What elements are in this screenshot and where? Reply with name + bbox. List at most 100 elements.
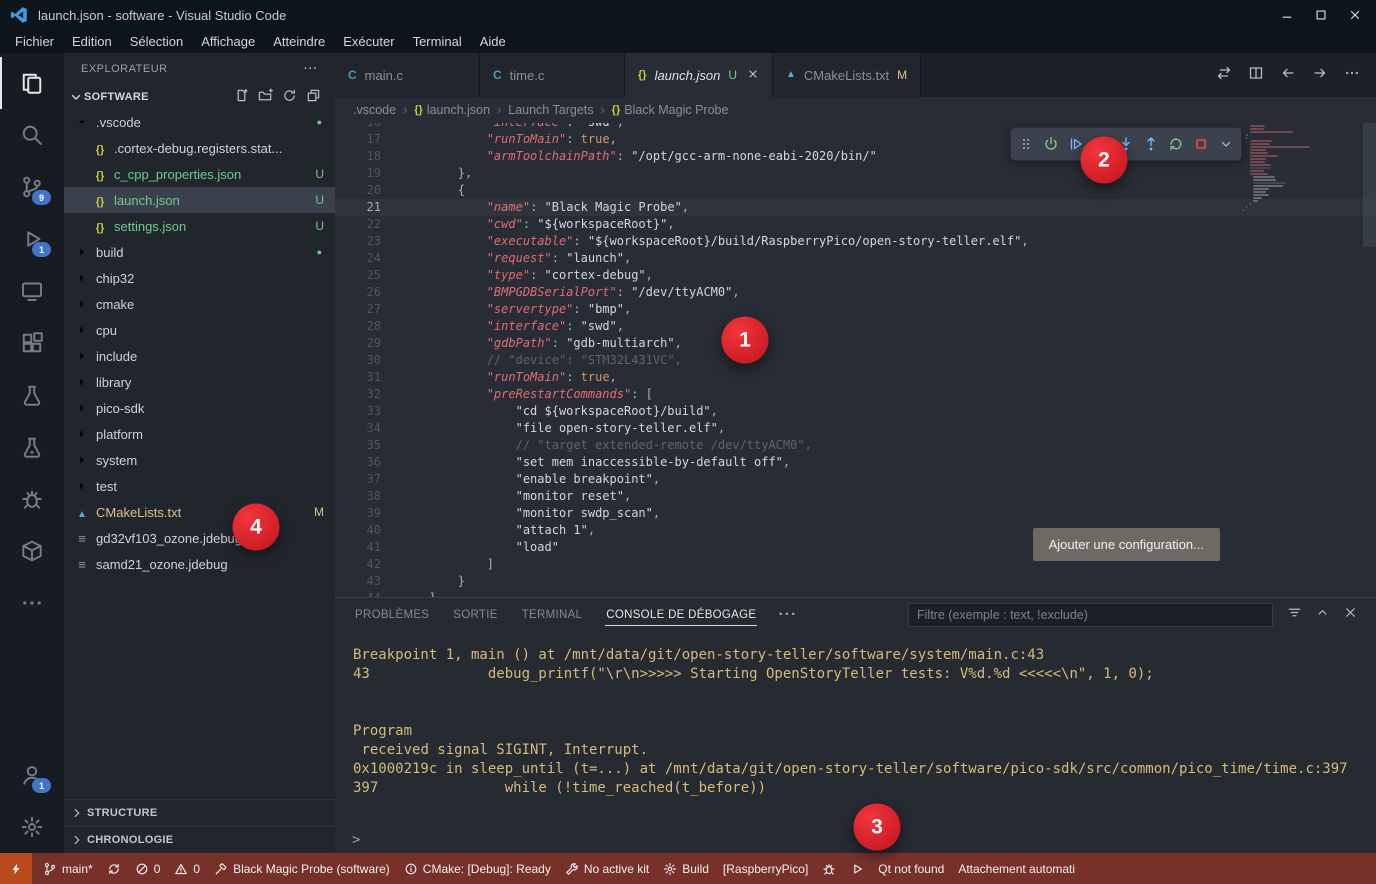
- tab-CMakeLists.txt[interactable]: ▲CMakeLists.txtM: [773, 53, 921, 97]
- breadcrumb-item[interactable]: .vscode: [353, 103, 396, 117]
- filter-button[interactable]: [1287, 605, 1302, 625]
- menu-slection[interactable]: Sélection: [121, 34, 192, 49]
- status-remote-indicator[interactable]: [0, 853, 32, 884]
- tree-item-pico-sdk[interactable]: pico-sdk: [64, 395, 335, 421]
- tree-item-system[interactable]: system: [64, 447, 335, 473]
- tab-main.c[interactable]: Cmain.c: [335, 53, 480, 97]
- step-out-button[interactable]: [1143, 136, 1159, 152]
- tree-item-cmake[interactable]: cmake: [64, 291, 335, 317]
- minimap[interactable]: [1240, 125, 1360, 212]
- tab-time.c[interactable]: Ctime.c: [480, 53, 625, 97]
- activity-cmake-tools[interactable]: [0, 525, 64, 577]
- debug-options-button[interactable]: [1218, 136, 1234, 152]
- activity-manage[interactable]: [0, 801, 64, 853]
- section-header-software[interactable]: SOFTWARE: [64, 85, 335, 109]
- panel-tab-terminal[interactable]: TERMINAL: [510, 598, 595, 632]
- tree-item-settings.json[interactable]: {}settings.jsonU: [64, 213, 335, 239]
- menu-aide[interactable]: Aide: [471, 34, 515, 49]
- activity-explorer[interactable]: [0, 57, 64, 109]
- close-button[interactable]: [1348, 8, 1362, 22]
- activity-additional-views[interactable]: [0, 577, 64, 629]
- status-cmake-target[interactable]: [RaspberryPico]: [716, 853, 815, 884]
- split-editor-button[interactable]: [1248, 65, 1264, 86]
- close-tab-icon[interactable]: [747, 68, 759, 83]
- filter-input[interactable]: [908, 603, 1273, 627]
- code-editor[interactable]: 16 "interface": "swd",17 "runToMain": tr…: [335, 123, 1376, 597]
- status-git-branch[interactable]: main*: [36, 853, 100, 884]
- tab-launch.json[interactable]: {}launch.jsonU: [625, 53, 773, 97]
- menu-excuter[interactable]: Exécuter: [334, 34, 403, 49]
- section-header-chronologie[interactable]: CHRONOLOGIE: [64, 826, 335, 853]
- breadcrumb-item[interactable]: {}Black Magic Probe: [612, 103, 729, 117]
- status-label: [RaspberryPico]: [723, 862, 808, 876]
- status-cmake-build[interactable]: Build: [656, 853, 716, 884]
- status-auto-attach[interactable]: Attachement automati: [951, 853, 1082, 884]
- status-errors[interactable]: 0: [128, 853, 168, 884]
- panel-tab-sortie[interactable]: SORTIE: [441, 598, 509, 632]
- activity-run-and-debug[interactable]: 1: [0, 213, 64, 265]
- menu-atteindre[interactable]: Atteindre: [264, 34, 334, 49]
- tree-item-library[interactable]: library: [64, 369, 335, 395]
- maximize-panel-button[interactable]: [1315, 605, 1330, 625]
- tree-item-gd32vf103_ozone.jdebug[interactable]: ≡gd32vf103_ozone.jdebug: [64, 525, 335, 551]
- navigate-forward-button[interactable]: [1312, 65, 1328, 86]
- collapse-folders-button[interactable]: [306, 88, 321, 106]
- sidebar-more-icon[interactable]: ···: [304, 63, 318, 75]
- navigate-back-button[interactable]: [1280, 65, 1296, 86]
- tree-item-cpu[interactable]: cpu: [64, 317, 335, 343]
- menu-terminal[interactable]: Terminal: [404, 34, 471, 49]
- tree-item-.cortex-debug.registers.stat...[interactable]: {}.cortex-debug.registers.stat...: [64, 135, 335, 161]
- status-cmake-kit[interactable]: No active kit: [558, 853, 656, 884]
- compare-changes-button[interactable]: [1216, 65, 1232, 86]
- more-actions-button[interactable]: [1344, 65, 1360, 86]
- activity-extensions[interactable]: [0, 317, 64, 369]
- breadcrumb-item[interactable]: {}launch.json: [414, 103, 490, 117]
- tree-item-test[interactable]: test: [64, 473, 335, 499]
- new-file-button[interactable]: [234, 88, 249, 106]
- refresh-explorer-button[interactable]: [282, 88, 297, 106]
- restart-button[interactable]: [1168, 136, 1184, 152]
- status-qt-status[interactable]: Qt not found: [871, 853, 951, 884]
- maximize-button[interactable]: [1314, 8, 1328, 22]
- activity-debug-extension[interactable]: [0, 473, 64, 525]
- activity-remote-explorer[interactable]: [0, 265, 64, 317]
- status-cmake-status[interactable]: CMake: [Debug]: Ready: [397, 853, 558, 884]
- activity-test-explorer[interactable]: [0, 421, 64, 473]
- close-panel-button[interactable]: [1343, 605, 1358, 625]
- reset-target-button[interactable]: [1043, 136, 1059, 152]
- editor-scrollbar[interactable]: [1363, 123, 1376, 247]
- tree-item-c_cpp_properties.json[interactable]: {}c_cpp_properties.jsonU: [64, 161, 335, 187]
- debug-console-prompt[interactable]: >: [352, 832, 360, 848]
- add-configuration-button[interactable]: Ajouter une configuration...: [1033, 528, 1220, 561]
- panel-tab-console-de-débogage[interactable]: CONSOLE DE DÉBOGAGE: [594, 598, 768, 632]
- tree-item-samd21_ozone.jdebug[interactable]: ≡samd21_ozone.jdebug: [64, 551, 335, 577]
- tree-item-include[interactable]: include: [64, 343, 335, 369]
- menu-fichier[interactable]: Fichier: [6, 34, 63, 49]
- drag-handle-button[interactable]: [1018, 136, 1034, 152]
- activity-source-control[interactable]: 9: [0, 161, 64, 213]
- tree-item-chip32[interactable]: chip32: [64, 265, 335, 291]
- minimize-button[interactable]: [1280, 8, 1294, 22]
- tree-item-build[interactable]: build●: [64, 239, 335, 265]
- activity-search[interactable]: [0, 109, 64, 161]
- status-debug-launch-config[interactable]: Black Magic Probe (software): [207, 853, 397, 884]
- activity-accounts[interactable]: 1: [0, 749, 64, 801]
- menu-edition[interactable]: Edition: [63, 34, 121, 49]
- panel-more-icon[interactable]: ···: [768, 606, 807, 624]
- status-cmake-debug[interactable]: [815, 853, 843, 884]
- activity-testing[interactable]: [0, 369, 64, 421]
- status-cmake-run[interactable]: [843, 853, 871, 884]
- tree-item-platform[interactable]: platform: [64, 421, 335, 447]
- tree-item-launch.json[interactable]: {}launch.jsonU: [64, 187, 335, 213]
- menu-affichage[interactable]: Affichage: [192, 34, 264, 49]
- status-sync-changes[interactable]: [100, 853, 128, 884]
- breadcrumb-item[interactable]: Launch Targets: [508, 103, 593, 117]
- status-warnings[interactable]: 0: [167, 853, 207, 884]
- tree-item-.vscode[interactable]: .vscode●: [64, 109, 335, 135]
- section-header-structure[interactable]: STRUCTURE: [64, 799, 335, 826]
- stop-button[interactable]: [1193, 136, 1209, 152]
- tree-item-CMakeLists.txt[interactable]: ▲CMakeLists.txtM: [64, 499, 335, 525]
- line-number: 18: [335, 148, 381, 165]
- panel-tab-problèmes[interactable]: PROBLÈMES: [343, 598, 441, 632]
- new-folder-button[interactable]: [258, 88, 273, 106]
